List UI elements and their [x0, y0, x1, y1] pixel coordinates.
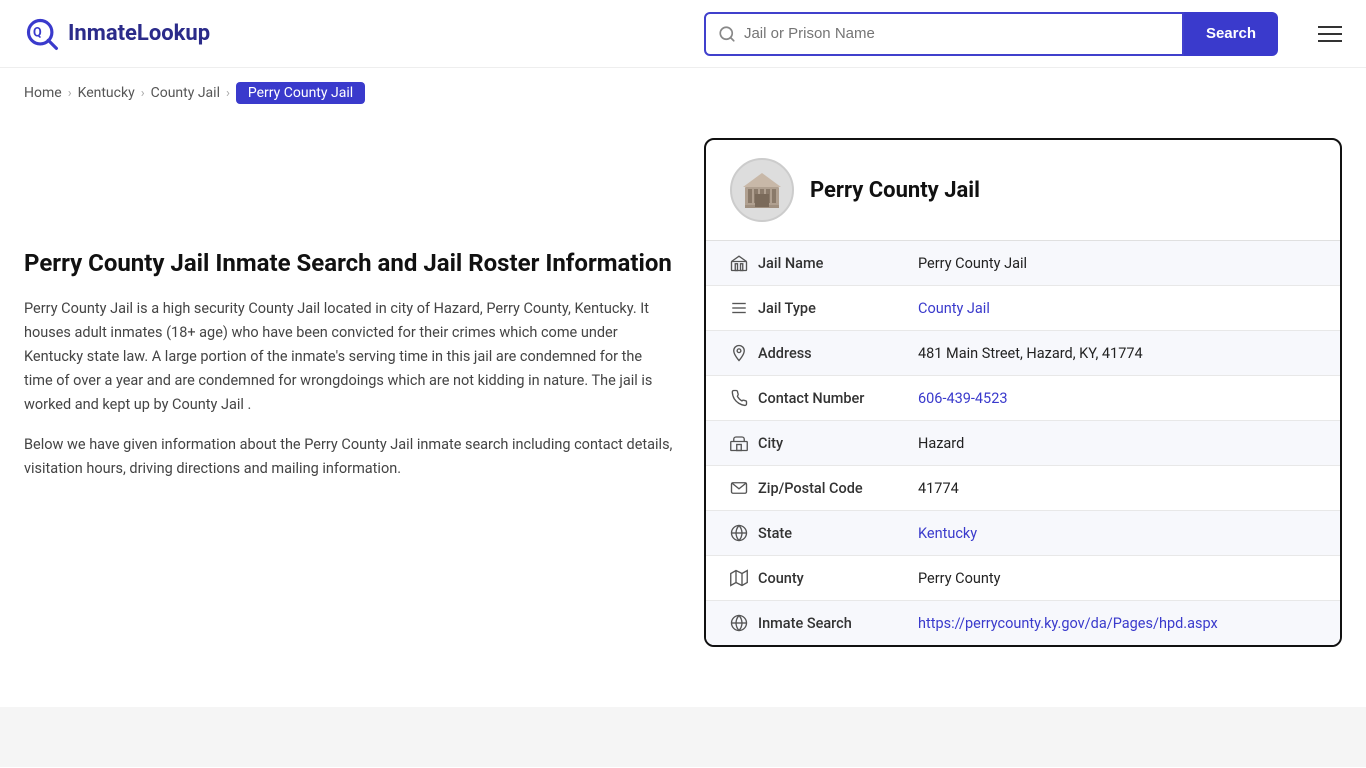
search-button[interactable]: Search	[1184, 12, 1278, 56]
row-label: Zip/Postal Code	[758, 480, 918, 497]
table-row: Jail TypeCounty Jail	[706, 286, 1340, 331]
row-value[interactable]: County Jail	[918, 300, 990, 317]
row-value: 41774	[918, 480, 959, 497]
row-label: Jail Type	[758, 300, 918, 317]
logo-text: InmateLookup	[68, 21, 210, 46]
row-label: Contact Number	[758, 390, 918, 407]
row-value[interactable]: 606-439-4523	[918, 390, 1008, 407]
table-row: Contact Number606-439-4523	[706, 376, 1340, 421]
hamburger-menu[interactable]	[1318, 26, 1342, 42]
row-link[interactable]: County Jail	[918, 300, 990, 317]
row-icon	[730, 299, 758, 317]
table-row: StateKentucky	[706, 511, 1340, 556]
logo-icon: Q	[24, 16, 60, 52]
footer-bar	[0, 707, 1366, 767]
search-icon	[718, 25, 736, 43]
main-content: Perry County Jail Inmate Search and Jail…	[0, 118, 1366, 667]
row-link[interactable]: 606-439-4523	[918, 390, 1008, 407]
breadcrumb-sep-2: ›	[141, 86, 145, 101]
row-value: Hazard	[918, 435, 964, 452]
breadcrumb-home[interactable]: Home	[24, 85, 62, 101]
description-para-1: Perry County Jail is a high security Cou…	[24, 297, 674, 417]
table-row: Jail NamePerry County Jail	[706, 241, 1340, 286]
row-link[interactable]: https://perrycounty.ky.gov/da/Pages/hpd.…	[918, 615, 1218, 632]
breadcrumb-sep-1: ›	[68, 86, 72, 101]
courthouse-icon	[741, 169, 783, 211]
row-label: County	[758, 570, 918, 587]
row-link[interactable]: Kentucky	[918, 525, 977, 542]
page-heading: Perry County Jail Inmate Search and Jail…	[24, 248, 674, 279]
row-label: State	[758, 525, 918, 542]
header: Q InmateLookup Search	[0, 0, 1366, 68]
left-panel: Perry County Jail Inmate Search and Jail…	[24, 138, 674, 647]
search-input-wrap	[704, 12, 1184, 56]
breadcrumb-sep-3: ›	[226, 86, 230, 101]
row-value: 481 Main Street, Hazard, KY, 41774	[918, 345, 1143, 362]
info-card-title: Perry County Jail	[810, 178, 980, 203]
hamburger-line-1	[1318, 26, 1342, 28]
hamburger-line-2	[1318, 33, 1342, 35]
breadcrumb: Home › Kentucky › County Jail › Perry Co…	[0, 68, 1366, 118]
breadcrumb-kentucky[interactable]: Kentucky	[78, 85, 135, 101]
table-row: CountyPerry County	[706, 556, 1340, 601]
row-value: Perry County Jail	[918, 255, 1027, 272]
table-row: CityHazard	[706, 421, 1340, 466]
logo-area: Q InmateLookup	[24, 16, 210, 52]
row-icon	[730, 569, 758, 587]
info-table: Jail NamePerry County JailJail TypeCount…	[706, 241, 1340, 645]
row-label: City	[758, 435, 918, 452]
breadcrumb-current: Perry County Jail	[236, 82, 365, 104]
jail-avatar	[730, 158, 794, 222]
table-row: Address481 Main Street, Hazard, KY, 4177…	[706, 331, 1340, 376]
row-value: Perry County	[918, 570, 1000, 587]
table-row: Zip/Postal Code41774	[706, 466, 1340, 511]
description-para-2: Below we have given information about th…	[24, 433, 674, 481]
svg-text:Q: Q	[33, 25, 42, 40]
row-label: Address	[758, 345, 918, 362]
row-icon	[730, 344, 758, 362]
row-icon	[730, 524, 758, 542]
table-row: Inmate Searchhttps://perrycounty.ky.gov/…	[706, 601, 1340, 645]
row-value[interactable]: https://perrycounty.ky.gov/da/Pages/hpd.…	[918, 615, 1218, 632]
row-icon	[730, 614, 758, 632]
search-bar: Search	[704, 12, 1278, 56]
row-label: Jail Name	[758, 255, 918, 272]
search-input[interactable]	[744, 25, 1170, 42]
row-icon	[730, 254, 758, 272]
info-card-header: Perry County Jail	[706, 140, 1340, 241]
info-card: Perry County Jail Jail NamePerry County …	[704, 138, 1342, 647]
hamburger-line-3	[1318, 40, 1342, 42]
row-icon	[730, 389, 758, 407]
row-label: Inmate Search	[758, 615, 918, 632]
row-icon	[730, 479, 758, 497]
breadcrumb-county-jail[interactable]: County Jail	[151, 85, 220, 101]
row-value[interactable]: Kentucky	[918, 525, 977, 542]
row-icon	[730, 434, 758, 452]
